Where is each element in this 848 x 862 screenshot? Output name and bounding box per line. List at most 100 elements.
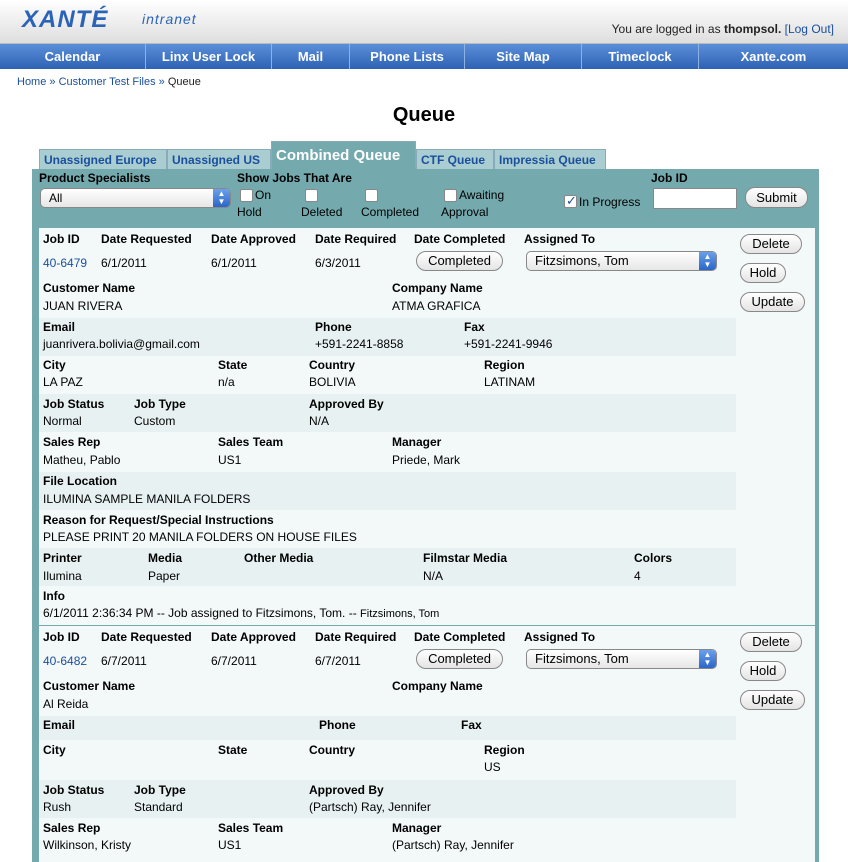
reason-row: Reason for Request/Special Instructions … [39, 510, 736, 548]
hold-button[interactable]: Hold [740, 263, 786, 283]
phone-label: Phone [315, 320, 352, 334]
fax-label: Fax [461, 718, 482, 732]
nav-site-map[interactable]: Site Map [465, 44, 582, 69]
delete-button[interactable]: Delete [740, 234, 802, 254]
file-location-label: File Location [43, 474, 118, 488]
breadcrumb-separator: » [158, 76, 165, 88]
manager-label: Manager [392, 821, 442, 835]
company-name-value: ATMA GRAFICA [392, 299, 481, 313]
nav-linx-user-lock[interactable]: Linx User Lock [146, 44, 272, 69]
sales-rep-label: Sales Rep [43, 435, 101, 449]
job-type-label: Job Type [134, 783, 186, 797]
printer-row: Printer Media Other Media Filmstar Media… [39, 548, 736, 586]
manager-value: (Partsch) Ray, Jennifer [392, 838, 514, 852]
delete-button[interactable]: Delete [740, 632, 802, 652]
deleted-checkbox[interactable] [305, 189, 318, 202]
assigned-to-select[interactable]: Fitzsimons, Tom ▲ ▼ [526, 649, 717, 669]
main-nav: Calendar Linx User Lock Mail Phone Lists… [0, 44, 848, 69]
job-status-label: Job Status [43, 397, 105, 411]
status-row: Job Status Job Type Approved By Rush Sta… [39, 780, 736, 818]
customer-name-label: Customer Name [43, 281, 136, 295]
printer-value: Ilumina [43, 569, 82, 583]
job-id-link[interactable]: 40-6479 [43, 256, 87, 270]
info-row: Info 6/1/2011 2:36:34 PM -- Job assigned… [39, 586, 736, 625]
breadcrumb-home[interactable]: Home [17, 76, 46, 88]
company-name-label: Company Name [392, 679, 483, 693]
region-label: Region [484, 358, 525, 372]
country-label: Country [309, 743, 355, 757]
region-label: Region [484, 743, 525, 757]
date-requested-label: Date Requested [101, 232, 192, 246]
completed-label: Completed [361, 205, 420, 219]
job-type-label: Job Type [134, 397, 186, 411]
completed-button[interactable]: Completed [416, 649, 503, 669]
sales-rep-label: Sales Rep [43, 821, 101, 835]
manager-value: Priede, Mark [392, 453, 461, 467]
approved-by-label: Approved By [309, 397, 384, 411]
assigned-to-label: Assigned To [524, 630, 596, 644]
reason-label: Reason for Request/Special Instructions [43, 513, 274, 527]
date-required-label: Date Required [315, 630, 397, 644]
media-value: Paper [148, 569, 181, 583]
completed-checkbox[interactable] [365, 189, 378, 202]
media-label: Media [148, 551, 183, 565]
update-button[interactable]: Update [740, 292, 805, 312]
assigned-to-label: Assigned To [524, 232, 596, 246]
sales-rep-value: Matheu, Pablo [43, 453, 121, 467]
on-hold-checkbox[interactable] [240, 189, 253, 202]
nav-calendar[interactable]: Calendar [0, 44, 146, 69]
approved-by-value: (Partsch) Ray, Jennifer [309, 800, 431, 814]
awaiting-approval-checkbox[interactable] [444, 189, 457, 202]
file-location-row: File Location ILUMINA SAMPLE MANILA FOLD… [39, 472, 736, 510]
nav-mail[interactable]: Mail [272, 44, 350, 69]
tab-combined-queue[interactable]: Combined Queue [271, 141, 416, 169]
filter-bar: Product Specialists All ▲ ▼ Show Jobs Tha… [39, 170, 815, 222]
product-specialists-select[interactable]: All ▲ ▼ [40, 188, 231, 208]
show-jobs-label: Show Jobs That Are [237, 171, 352, 185]
printer-label: Printer [43, 551, 82, 565]
colors-value: 4 [634, 569, 641, 583]
job-actions: Delete Hold Update [736, 626, 815, 862]
country-value: BOLIVIA [309, 375, 356, 389]
status-row: Job Status Job Type Approved By Normal C… [39, 394, 736, 432]
job-record: Job ID Date Requested Date Approved Date… [39, 228, 736, 625]
awaiting-label-a: Awaiting [459, 188, 505, 202]
job-record: Job ID Date Requested Date Approved Date… [39, 626, 736, 862]
in-progress-checkbox[interactable] [564, 193, 577, 209]
job-id-filter-label: Job ID [651, 171, 688, 185]
update-button[interactable]: Update [740, 690, 805, 710]
hold-button[interactable]: Hold [740, 661, 786, 681]
nav-xante-com[interactable]: Xante.com [699, 44, 848, 69]
tab-unassigned-europe[interactable]: Unassigned Europe [39, 149, 167, 169]
tab-ctf-queue[interactable]: CTF Queue [416, 149, 494, 169]
sales-team-value: US1 [218, 453, 242, 467]
login-prefix: You are logged in as [611, 22, 721, 36]
job-id-link[interactable]: 40-6482 [43, 654, 87, 668]
completed-button[interactable]: Completed [416, 251, 503, 271]
location-row: City State Country Region US [39, 740, 736, 780]
customer-row: Customer Name Company Name Al Reida [39, 676, 736, 716]
city-value: LA PAZ [43, 375, 83, 389]
approved-by-value: N/A [309, 414, 330, 428]
logout-link[interactable]: [Log Out] [785, 22, 834, 36]
city-label: City [43, 358, 66, 372]
page-title: Queue [392, 104, 456, 126]
date-requested-value: 6/7/2011 [101, 654, 147, 668]
tab-impressia-queue[interactable]: Impressia Queue [494, 149, 606, 169]
tab-unassigned-us[interactable]: Unassigned US [167, 149, 271, 169]
other-media-label: Other Media [244, 551, 314, 565]
assigned-to-select[interactable]: Fitzsimons, Tom ▲ ▼ [526, 251, 717, 271]
breadcrumb-customer-test-files[interactable]: Customer Test Files [59, 76, 156, 88]
nav-timeclock[interactable]: Timeclock [582, 44, 699, 69]
sales-team-label: Sales Team [218, 435, 284, 449]
assigned-to-value: Fitzsimons, Tom [535, 651, 629, 666]
job-status-label: Job Status [43, 783, 105, 797]
job-type-value: Standard [134, 800, 183, 814]
customer-name-label: Customer Name [43, 679, 136, 693]
job-id-input[interactable] [653, 188, 737, 209]
xante-logo[interactable]: XANTÉ [22, 6, 108, 34]
submit-button[interactable]: Submit [745, 187, 808, 208]
sales-rep-value: Wilkinson, Kristy [43, 838, 132, 852]
approved-by-label: Approved By [309, 783, 384, 797]
nav-phone-lists[interactable]: Phone Lists [350, 44, 465, 69]
